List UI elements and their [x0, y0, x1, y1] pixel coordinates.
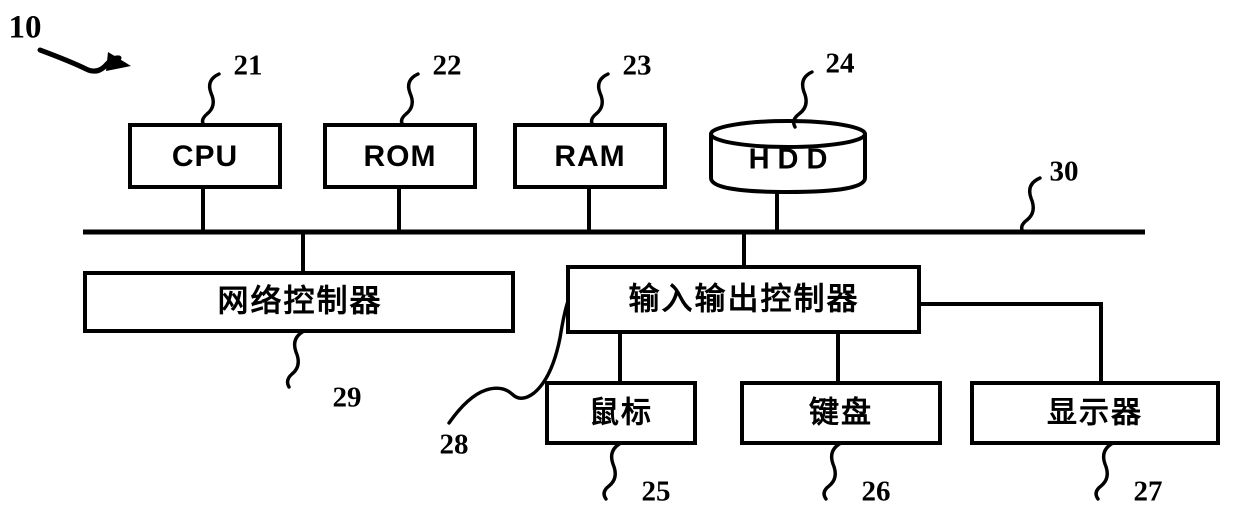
leader-line-23: [589, 72, 610, 127]
ref-numeral-24: 24: [826, 48, 855, 80]
hdd-label: HDD: [749, 144, 836, 176]
rom-label: ROM: [364, 140, 437, 173]
leader-line-21: [200, 72, 221, 127]
leader-line-30: [1019, 176, 1042, 234]
mouse-label: 鼠标: [589, 396, 653, 431]
leader-line-27: [1094, 441, 1115, 501]
leader-line-25: [602, 441, 623, 501]
ref-numeral-10: 10: [9, 10, 42, 46]
ref-numeral-27: 27: [1134, 476, 1163, 508]
leader-line-24: [791, 70, 814, 129]
io-controller-label: 输入输出控制器: [629, 282, 860, 318]
network-controller-label: 网络控制器: [218, 284, 383, 320]
figure-pointer-arrow-head: [106, 52, 131, 71]
ref-numeral-25: 25: [642, 476, 671, 508]
ref-numeral-21: 21: [234, 50, 263, 82]
ref-numeral-23: 23: [623, 50, 652, 82]
block-diagram-figure: CPU ROM RAM HDD 网络控制器 输入输出控制器 鼠标 键盘 显示器 …: [0, 0, 1240, 526]
ram-label: RAM: [554, 140, 625, 173]
display-label: 显示器: [1047, 396, 1143, 431]
ref-numeral-22: 22: [433, 50, 462, 82]
cpu-label: CPU: [172, 140, 238, 173]
leader-line-29: [285, 329, 306, 389]
leader-line-26: [822, 441, 843, 501]
leader-line-22: [399, 72, 420, 127]
display-io-connector: [917, 302, 1103, 385]
ref-numeral-30: 30: [1050, 156, 1079, 188]
ref-numeral-29: 29: [333, 382, 362, 414]
ref-numeral-28: 28: [440, 429, 469, 461]
keyboard-label: 键盘: [809, 396, 873, 431]
ref-numeral-26: 26: [862, 476, 891, 508]
